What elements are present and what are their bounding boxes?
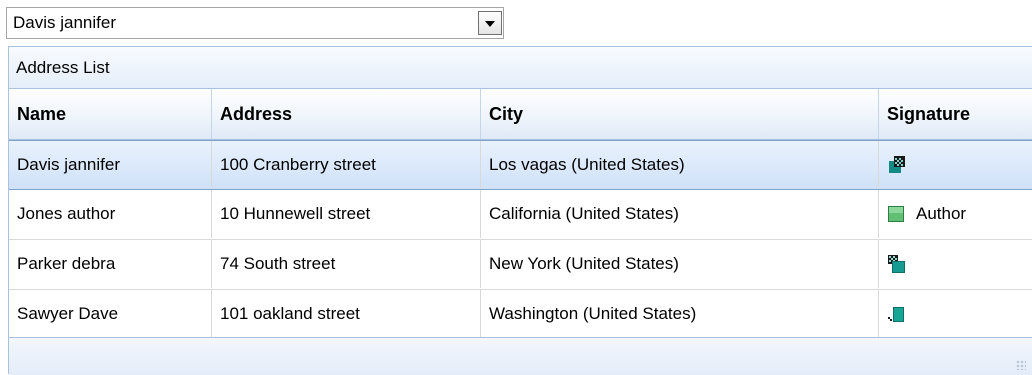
signature-scribble-icon-1 bbox=[889, 156, 905, 173]
grid-header: Name Address City Signature bbox=[9, 89, 1032, 140]
cell-city: Washington (United States) bbox=[481, 290, 879, 338]
cell-signature bbox=[879, 290, 1032, 338]
table-row[interactable]: Sawyer Dave 101 oakland street Washingto… bbox=[9, 290, 1032, 340]
chevron-down-icon bbox=[485, 21, 495, 27]
cell-signature: Author bbox=[879, 190, 1032, 238]
column-header-city[interactable]: City bbox=[481, 89, 879, 139]
cell-city: Los vagas (United States) bbox=[481, 141, 879, 189]
signature-scribble-icon-2 bbox=[888, 255, 905, 273]
grid-caption: Address List bbox=[9, 47, 1032, 89]
cell-name: Jones author bbox=[9, 190, 212, 238]
cell-address: 10 Hunnewell street bbox=[212, 190, 481, 238]
column-header-signature[interactable]: Signature bbox=[879, 89, 1032, 139]
dropdown-button[interactable] bbox=[478, 11, 502, 35]
table-row[interactable]: Parker debra 74 South street New York (U… bbox=[9, 240, 1032, 290]
address-grid: Address List Name Address City Signature… bbox=[8, 46, 1032, 375]
column-header-name[interactable]: Name bbox=[9, 89, 212, 139]
cell-signature bbox=[879, 240, 1032, 288]
cell-signature bbox=[879, 141, 1032, 189]
cell-name: Sawyer Dave bbox=[9, 290, 212, 338]
combo-selected-value: Davis jannifer bbox=[13, 13, 116, 32]
table-row[interactable]: Jones author 10 Hunnewell street Califor… bbox=[9, 190, 1032, 240]
grid-footer bbox=[9, 337, 1032, 375]
cell-address: 101 oakland street bbox=[212, 290, 481, 338]
cell-city: New York (United States) bbox=[481, 240, 879, 288]
column-header-address[interactable]: Address bbox=[212, 89, 481, 139]
contact-combobox[interactable]: Davis jannifer bbox=[6, 7, 504, 39]
green-square-icon bbox=[888, 206, 904, 222]
cell-address: 100 Cranberry street bbox=[212, 141, 481, 189]
signature-scribble-icon-3 bbox=[888, 307, 904, 322]
table-row[interactable]: Davis jannifer 100 Cranberry street Los … bbox=[9, 140, 1032, 190]
signature-label: Author bbox=[916, 204, 967, 223]
cell-address: 74 South street bbox=[212, 240, 481, 288]
resize-grip-icon[interactable] bbox=[1016, 360, 1026, 370]
grid-caption-label: Address List bbox=[16, 58, 110, 77]
cell-name: Parker debra bbox=[9, 240, 212, 288]
cell-city: California (United States) bbox=[481, 190, 879, 238]
cell-name: Davis jannifer bbox=[9, 141, 212, 189]
